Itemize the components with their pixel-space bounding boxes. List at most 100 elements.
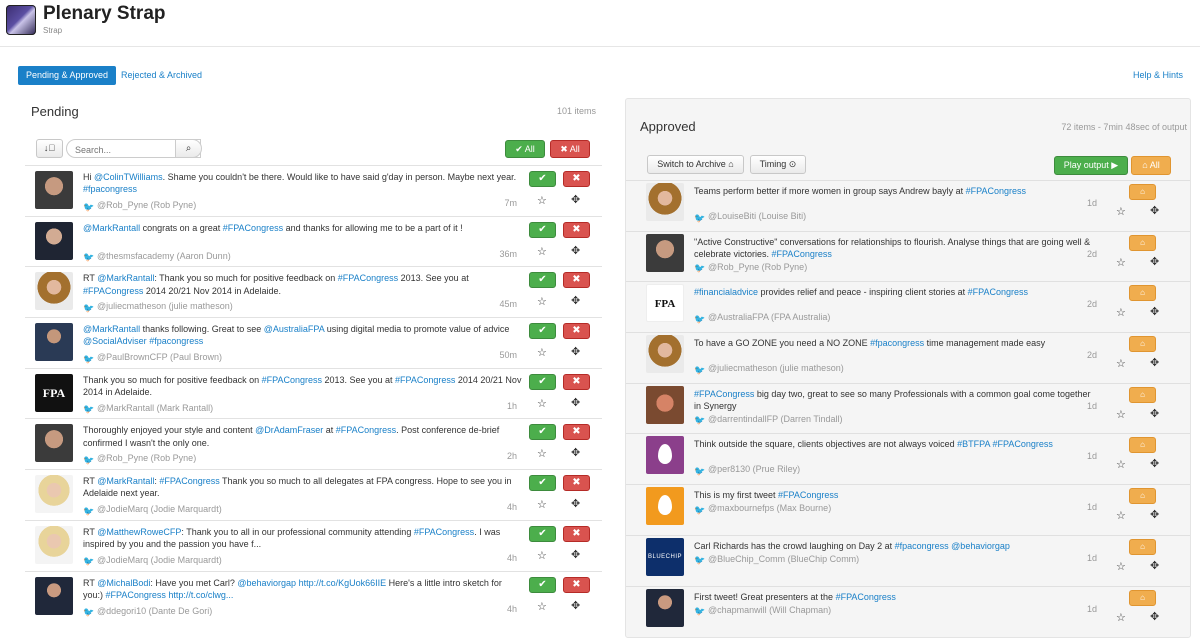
approved-row[interactable]: This is my first tweet #FPACongress 🐦 @max… — [626, 484, 1190, 535]
tweet-age: 2d — [1086, 350, 1097, 361]
approved-row[interactable]: To have a GO ZONE you need a NO ZONE #fp… — [626, 332, 1190, 383]
tweet-text: @MarkRantall congrats on a great #FPACon… — [83, 222, 463, 233]
approved-row[interactable]: #FPACongress big day two, great to see s… — [626, 382, 1190, 434]
reject-button[interactable]: ✖ — [563, 373, 590, 390]
star-icon[interactable]: ☆ — [537, 346, 547, 359]
pending-row[interactable]: FPA Thank you so much for positive feedba… — [25, 367, 602, 419]
reject-button[interactable]: ✖ — [563, 475, 590, 492]
accept-all-button[interactable]: ✔ All — [505, 140, 545, 158]
archive-button[interactable]: ⌂ — [1129, 589, 1156, 606]
pending-row[interactable]: RT @MarkRantall: #FPACongress Thank you … — [25, 469, 602, 520]
tab-rejected-archived[interactable]: Rejected & Archived — [121, 70, 202, 80]
move-icon[interactable]: ✥ — [571, 244, 580, 257]
star-icon[interactable]: ☆ — [537, 397, 547, 410]
accept-button[interactable]: ✔ — [529, 171, 556, 187]
tab-pending-approved[interactable]: Pending & Approved — [18, 66, 117, 85]
accept-button[interactable]: ✔ — [529, 576, 556, 593]
archive-button[interactable]: ⌂ — [1129, 437, 1156, 454]
star-icon[interactable]: ☆ — [537, 498, 547, 511]
reject-button[interactable]: ✖ — [563, 221, 590, 238]
star-icon[interactable]: ☆ — [1116, 357, 1126, 370]
move-icon[interactable]: ✥ — [1150, 508, 1159, 521]
star-icon[interactable]: ☆ — [537, 600, 547, 613]
accept-button[interactable]: ✔ — [529, 272, 556, 289]
archive-button[interactable]: ⌂ — [1129, 538, 1156, 555]
sort-button[interactable]: ↓⃒ — [36, 139, 63, 158]
archive-button[interactable]: ⌂ — [1129, 234, 1156, 251]
pending-row[interactable]: RT @MatthewRoweCFP: Thank you to all in … — [25, 519, 602, 571]
help-link[interactable]: Help & Hints — [1133, 70, 1183, 80]
archive-all-button[interactable]: ⌂ All — [1131, 156, 1171, 175]
accept-button[interactable]: ✔ — [529, 475, 556, 492]
move-icon[interactable]: ✥ — [1150, 204, 1159, 217]
reject-button[interactable]: ✖ — [563, 171, 590, 187]
pending-title: Pending — [31, 104, 79, 119]
move-icon[interactable]: ✥ — [571, 497, 580, 510]
move-icon[interactable]: ✥ — [1150, 255, 1159, 268]
approved-row[interactable]: Think outside the square, clients object… — [626, 433, 1190, 484]
move-icon[interactable]: ✥ — [1150, 356, 1159, 369]
move-icon[interactable]: ✥ — [571, 345, 580, 358]
move-icon[interactable]: ✥ — [1150, 610, 1159, 623]
reject-button[interactable]: ✖ — [563, 525, 590, 542]
move-icon[interactable]: ✥ — [571, 294, 580, 307]
switch-archive-button[interactable]: Switch to Archive ⌂ — [647, 155, 744, 174]
star-icon[interactable]: ☆ — [1116, 256, 1126, 269]
star-icon[interactable]: ☆ — [537, 245, 547, 258]
avatar — [35, 475, 73, 514]
move-icon[interactable]: ✥ — [571, 396, 580, 409]
tweet-text: Thoroughly enjoyed your style and conten… — [83, 425, 500, 448]
star-icon[interactable]: ☆ — [1116, 560, 1126, 573]
move-icon[interactable]: ✥ — [571, 193, 580, 206]
reject-button[interactable]: ✖ — [563, 272, 590, 289]
pending-row[interactable]: Thoroughly enjoyed your style and conten… — [25, 418, 602, 469]
reject-button[interactable]: ✖ — [563, 424, 590, 441]
accept-button[interactable]: ✔ — [529, 525, 556, 542]
tweet-text: RT @MatthewRoweCFP: Thank you to all in … — [83, 526, 501, 550]
pending-row[interactable]: @MarkRantall congrats on a great #FPACon… — [25, 215, 602, 267]
star-icon[interactable]: ☆ — [1116, 611, 1126, 624]
reject-all-button[interactable]: ✖ All — [550, 140, 590, 158]
approved-row[interactable]: BLUECHIP Carl Richards has the crowd laug… — [626, 534, 1190, 586]
tweet-age: 1d — [1086, 552, 1097, 563]
pending-row[interactable]: @MarkRantall thanks following. Great to … — [25, 317, 602, 368]
move-icon[interactable]: ✥ — [1150, 559, 1159, 572]
pending-row[interactable]: Hi @ColinTWilliams. Shame you couldn't b… — [25, 165, 602, 216]
move-icon[interactable]: ✥ — [571, 548, 580, 561]
accept-button[interactable]: ✔ — [529, 323, 556, 340]
pending-row[interactable]: RT @MichalBodi: Have you met Carl? @beha… — [25, 570, 602, 622]
search-button[interactable]: ⌕ — [175, 139, 202, 158]
accept-button[interactable]: ✔ — [529, 221, 556, 238]
star-icon[interactable]: ☆ — [1116, 408, 1126, 421]
move-icon[interactable]: ✥ — [1150, 305, 1159, 318]
move-icon[interactable]: ✥ — [571, 446, 580, 459]
archive-button[interactable]: ⌂ — [1129, 386, 1156, 403]
play-output-button[interactable]: Play output ▶ — [1054, 156, 1128, 175]
approved-row[interactable]: Teams perform better if more women in gr… — [626, 180, 1190, 231]
move-icon[interactable]: ✥ — [571, 599, 580, 612]
tweet-age: 36m — [499, 248, 517, 259]
pending-row[interactable]: RT @MarkRantall: Thank you so much for p… — [25, 266, 602, 317]
move-icon[interactable]: ✥ — [1150, 407, 1159, 420]
accept-button[interactable]: ✔ — [529, 424, 556, 441]
archive-button[interactable]: ⌂ — [1129, 336, 1156, 353]
star-icon[interactable]: ☆ — [1116, 205, 1126, 218]
accept-button[interactable]: ✔ — [529, 373, 556, 390]
move-icon[interactable]: ✥ — [1150, 457, 1159, 470]
approved-row[interactable]: First tweet! Great presenters at the #FP… — [626, 585, 1190, 637]
reject-button[interactable]: ✖ — [563, 323, 590, 340]
star-icon[interactable]: ☆ — [537, 194, 547, 207]
reject-button[interactable]: ✖ — [563, 576, 590, 593]
star-icon[interactable]: ☆ — [537, 295, 547, 308]
star-icon[interactable]: ☆ — [1116, 509, 1126, 522]
approved-row[interactable]: "Active Constructive" conversations for … — [626, 230, 1190, 282]
star-icon[interactable]: ☆ — [1116, 458, 1126, 471]
star-icon[interactable]: ☆ — [537, 549, 547, 562]
approved-row[interactable]: FPA #financialadvice provides relief and … — [626, 281, 1190, 332]
timing-button[interactable]: Timing ⊙ — [750, 155, 806, 174]
archive-button[interactable]: ⌂ — [1129, 285, 1156, 302]
archive-button[interactable]: ⌂ — [1129, 184, 1156, 200]
star-icon[interactable]: ☆ — [537, 447, 547, 460]
star-icon[interactable]: ☆ — [1116, 306, 1126, 319]
archive-button[interactable]: ⌂ — [1129, 488, 1156, 505]
